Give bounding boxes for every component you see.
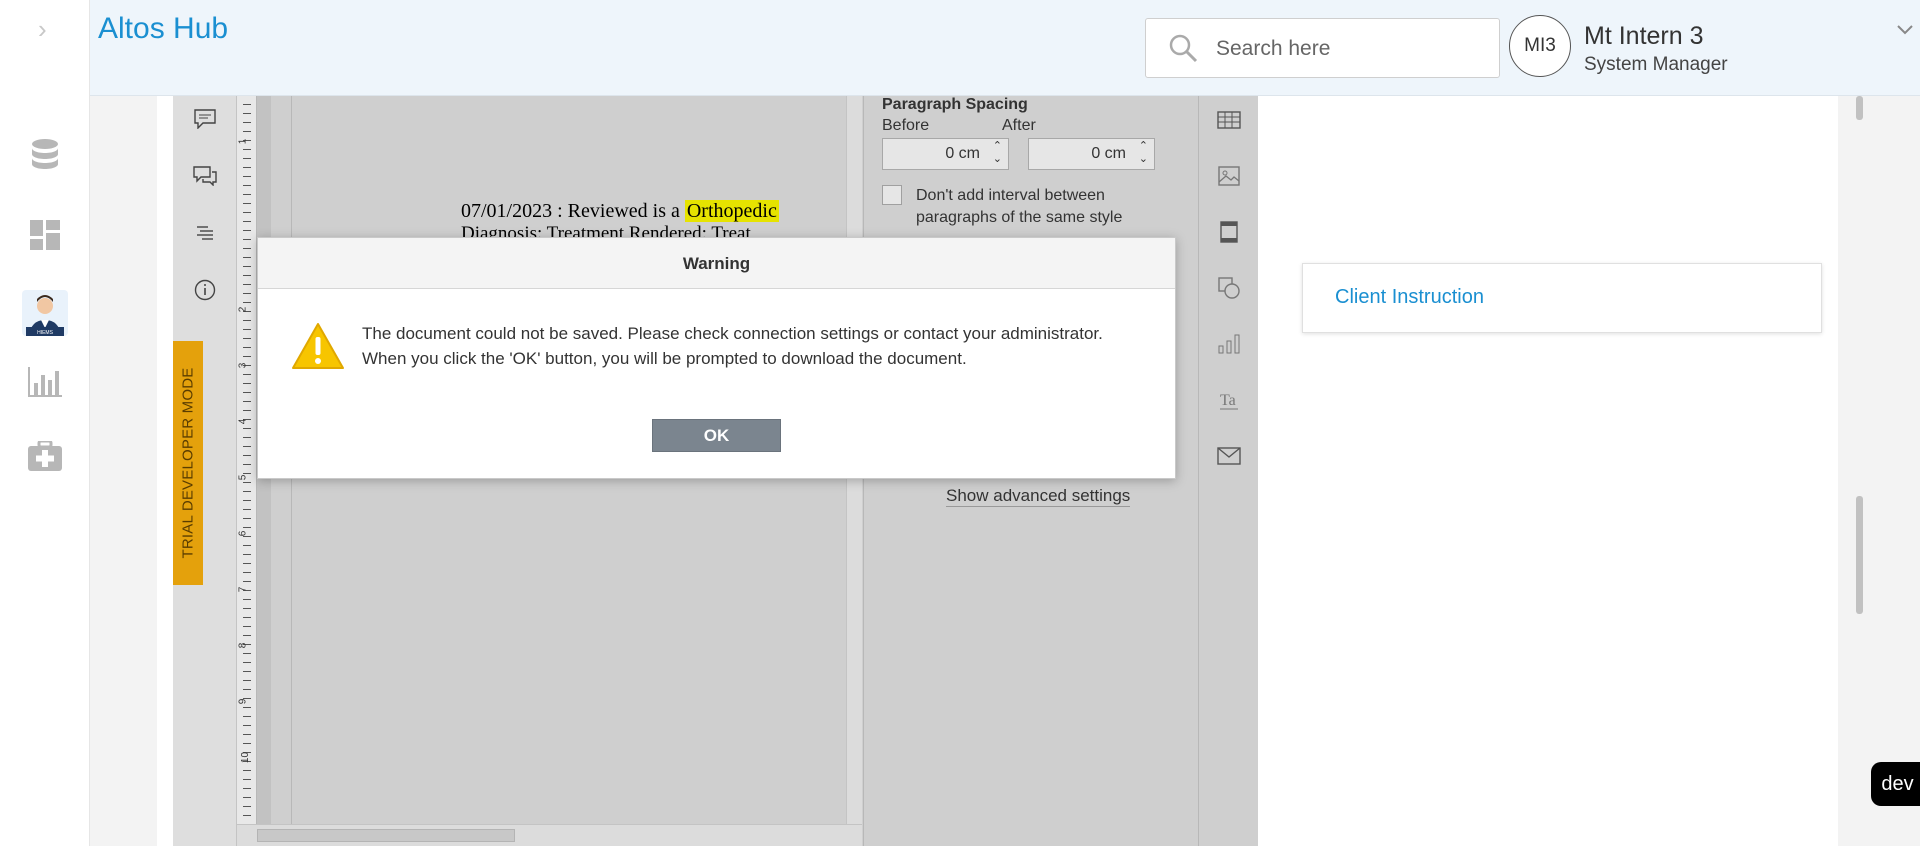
ruler-number: 2 <box>237 306 249 313</box>
user-name[interactable]: Mt Intern 3 <box>1584 22 1704 51</box>
chat-icon[interactable] <box>190 161 220 191</box>
svg-text:Ta: Ta <box>1220 392 1236 409</box>
document-text-span: 07/01/2023 : Reviewed is a <box>461 200 685 222</box>
dialog-message: The document could not be saved. Please … <box>362 321 1103 371</box>
user-role: System Manager <box>1584 54 1728 75</box>
ok-button[interactable]: OK <box>652 419 781 452</box>
warning-dialog: Warning The document could not be saved.… <box>257 237 1176 479</box>
trial-mode-banner: TRIAL DEVELOPER MODE <box>173 341 203 585</box>
editor-left-toolbar: TRIAL DEVELOPER MODE <box>173 96 237 846</box>
ruler-number: 6 <box>237 530 249 537</box>
expand-nav-icon[interactable]: › <box>38 14 47 45</box>
horizontal-scroll-thumb[interactable] <box>257 829 515 842</box>
dev-badge[interactable]: dev <box>1871 762 1920 806</box>
top-header: Altos Hub MI3 Mt Intern 3 System Manager <box>90 0 1920 96</box>
user-avatar[interactable]: MI3 <box>1509 15 1571 77</box>
dialog-title: Warning <box>682 254 751 273</box>
ruler-number: 9 <box>237 698 249 705</box>
search-box[interactable] <box>1145 18 1500 78</box>
dialog-message-line: When you click the 'OK' button, you will… <box>362 349 967 368</box>
spacing-before-value: 0 cm <box>945 145 980 162</box>
client-instruction-card[interactable]: Client Instruction <box>1302 263 1822 333</box>
document-text-line[interactable]: 07/01/2023 : Reviewed is a Orthopedic <box>461 200 779 223</box>
search-input[interactable] <box>1216 35 1486 63</box>
table-icon[interactable] <box>1215 106 1243 134</box>
image-icon[interactable] <box>1215 162 1243 190</box>
after-label: After <box>1002 117 1036 134</box>
medical-kit-icon[interactable] <box>22 433 68 479</box>
page-scroll-thumb-top[interactable] <box>1856 96 1863 120</box>
app-title[interactable]: Altos Hub <box>98 12 228 46</box>
header-footer-icon[interactable] <box>1215 218 1243 246</box>
editor-right-toolbar: Ta <box>1198 96 1258 846</box>
info-icon[interactable] <box>190 275 220 305</box>
comment-icon[interactable] <box>190 104 220 134</box>
dialog-header: Warning <box>258 238 1175 289</box>
paragraph-spacing-title: Paragraph Spacing <box>882 96 1028 113</box>
dashboard-icon[interactable] <box>22 212 68 258</box>
ruler-number: 1 <box>237 138 249 145</box>
user-menu-chevron-icon[interactable] <box>1895 20 1915 40</box>
warning-icon <box>292 323 344 369</box>
editor-horizontal-scrollbar[interactable] <box>237 824 862 846</box>
ruler-number: 8 <box>237 642 249 649</box>
shape-icon[interactable] <box>1215 274 1243 302</box>
ruler-number: 10 <box>240 751 252 764</box>
vertical-ruler: 1 2 3 4 5 6 7 8 9 10 <box>237 96 257 846</box>
align-icon[interactable] <box>190 218 220 248</box>
search-icon <box>1169 34 1198 63</box>
dialog-message-line: The document could not be saved. Please … <box>362 324 1103 343</box>
spinner-arrows-icon[interactable]: ⌃ ⌄ <box>993 140 1002 166</box>
ruler-number: 5 <box>237 474 249 481</box>
chart-icon[interactable] <box>1215 330 1243 358</box>
client-instruction-link[interactable]: Client Instruction <box>1335 286 1484 309</box>
spacing-before-input[interactable]: 0 cm ⌃ ⌄ <box>882 138 1009 170</box>
trial-mode-label: TRIAL DEVELOPER MODE <box>179 367 197 559</box>
left-nav: › HIEMS <box>0 0 90 846</box>
bar-chart-icon[interactable] <box>22 359 68 405</box>
ruler-number: 7 <box>237 586 249 593</box>
before-label: Before <box>882 117 930 134</box>
advanced-settings-link[interactable]: Show advanced settings <box>946 486 1131 507</box>
svg-text:HIEMS: HIEMS <box>37 330 54 336</box>
no-interval-label: Don't add interval between paragraphs of… <box>916 187 1123 226</box>
highlighted-text: Orthopedic <box>684 200 779 222</box>
database-icon[interactable] <box>22 133 68 179</box>
spacing-after-input[interactable]: 0 cm ⌃ ⌄ <box>1028 138 1155 170</box>
no-interval-checkbox[interactable] <box>882 185 902 205</box>
ruler-ticks <box>243 96 251 846</box>
doctor-avatar-icon[interactable]: HIEMS <box>22 290 68 336</box>
ruler-number: 3 <box>237 362 249 369</box>
text-art-icon[interactable]: Ta <box>1215 386 1243 414</box>
ruler-number: 4 <box>237 418 249 425</box>
spinner-arrows-icon[interactable]: ⌃ ⌄ <box>1139 140 1148 166</box>
page-scroll-thumb[interactable] <box>1856 496 1863 614</box>
spacing-after-value: 0 cm <box>1091 145 1126 162</box>
mail-merge-icon[interactable] <box>1215 442 1243 470</box>
